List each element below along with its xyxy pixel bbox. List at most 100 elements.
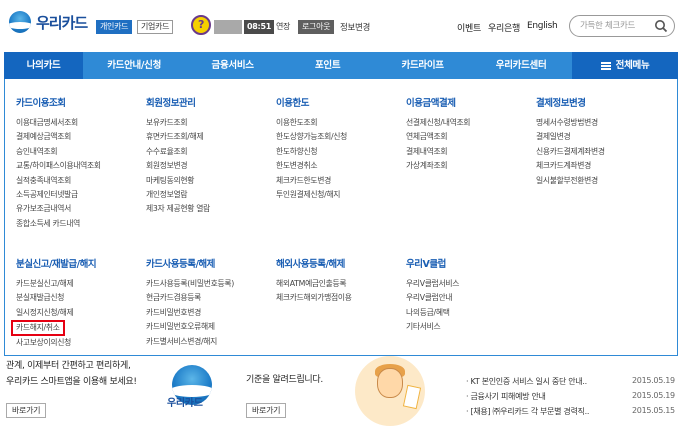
menu-item[interactable]: 연체금액조회 xyxy=(406,130,470,144)
menu-col-title[interactable]: 이용한도 xyxy=(276,95,347,109)
menu-col-title[interactable]: 우리V클럽 xyxy=(406,256,459,270)
menu-item[interactable]: 개인정보열람 xyxy=(146,188,210,202)
menu-item[interactable]: 일시정지신청/해제 xyxy=(16,306,96,320)
menu-item[interactable]: 기타서비스 xyxy=(406,320,459,334)
menu-item[interactable]: 카드분실신고/해제 xyxy=(16,277,96,291)
news-date-3: 2015.05.15 xyxy=(632,406,675,415)
menu-item[interactable]: 카드사용등록(비밀번호등록) xyxy=(146,277,234,291)
menu-col-title[interactable]: 이용금액결제 xyxy=(406,95,470,109)
menu-item[interactable]: 한도변경취소 xyxy=(276,159,347,173)
menu-item[interactable]: 보유카드조회 xyxy=(146,116,210,130)
menu-item[interactable]: 실적충족내역조회 xyxy=(16,174,101,188)
news-title[interactable]: [채용] ㈜우리카드 각 부문별 경력직.. xyxy=(471,407,590,416)
menu-col-title[interactable]: 회원정보관리 xyxy=(146,95,210,109)
woori-bank-link[interactable]: 우리은행 xyxy=(488,21,520,34)
nav-card-life[interactable]: 카드라이프 xyxy=(375,52,470,79)
logo-text: 우리카드 xyxy=(36,13,88,32)
menu-col-payment: 이용금액결제 선결제신청/내역조회 연체금액조회 결제내역조회 가상계좌조회 xyxy=(406,95,470,174)
all-menu-button[interactable]: 전체메뉴 xyxy=(572,52,678,79)
menu-item[interactable]: 체크카드해외가맹점이용 xyxy=(276,291,352,305)
menu-col-title[interactable]: 해외사용등록/해제 xyxy=(276,256,352,270)
menu-item[interactable]: 일시불할부전환변경 xyxy=(536,174,605,188)
news-title[interactable]: 금융사기 피해예방 안내 xyxy=(471,392,546,401)
extend-session-link[interactable]: 연장 xyxy=(276,21,290,32)
menu-col-member-info: 회원정보관리 보유카드조회 휴면카드조회/해제 수수료율조회 회원정보변경 마케… xyxy=(146,95,210,217)
menu-item[interactable]: 종합소득세 카드내역 xyxy=(16,217,101,231)
menu-item[interactable]: 신용카드결제계좌변경 xyxy=(536,145,605,159)
nav-card-guide[interactable]: 카드안내/신청 xyxy=(83,52,185,79)
menu-item[interactable]: 결제예상금액조회 xyxy=(16,130,101,144)
menu-item[interactable]: 한도하향신청 xyxy=(276,145,347,159)
menu-item[interactable]: 결제내역조회 xyxy=(406,145,470,159)
mega-menu-panel: 카드이용조회 이용대금명세서조회 결제예상금액조회 승인내역조회 교통/하이패스… xyxy=(4,79,678,356)
help-icon[interactable]: ? xyxy=(191,15,211,35)
menu-col-title[interactable]: 분실신고/재발급/해지 xyxy=(16,256,97,270)
menu-item[interactable]: 가상계좌조회 xyxy=(406,159,470,173)
menu-col-title[interactable]: 결제정보변경 xyxy=(536,95,605,109)
menu-item[interactable]: 나의등급/혜택 xyxy=(406,306,459,320)
illustration-face xyxy=(377,368,403,398)
session-timer: 08:51 xyxy=(244,20,274,34)
nav-my-card[interactable]: 나의카드 xyxy=(4,52,84,79)
menu-item[interactable]: 마케팅동의현황 xyxy=(146,174,210,188)
menu-item[interactable]: 이용한도조회 xyxy=(276,116,347,130)
woori-card-logo[interactable]: 우리카드 xyxy=(9,11,88,33)
menu-item[interactable]: 카드비밀번호변경 xyxy=(146,306,234,320)
menu-col-card-registration: 카드사용등록/해제 카드사용등록(비밀번호등록) 현금카드겸용등록 카드비밀번호… xyxy=(146,256,234,349)
nav-point[interactable]: 포인트 xyxy=(280,52,375,79)
menu-item[interactable]: 명세서수령방법변경 xyxy=(536,116,605,130)
illustration-paper xyxy=(402,384,422,410)
menu-item[interactable]: 결제일변경 xyxy=(536,130,605,144)
personal-card-tab[interactable]: 개인카드 xyxy=(96,20,133,34)
menu-item[interactable]: 현금카드겸용등록 xyxy=(146,291,234,305)
menu-item[interactable]: 한도상향가능조회/신청 xyxy=(276,130,347,144)
menu-col-v-club: 우리V클럽 우리V클럽서비스 우리V클럽안내 나의등급/혜택 기타서비스 xyxy=(406,256,459,335)
logout-button[interactable]: 로그아웃 xyxy=(298,20,335,34)
menu-item[interactable]: 소득공제인터넷발급 xyxy=(16,188,101,202)
notice-go-button[interactable]: 바로가기 xyxy=(246,403,287,418)
menu-item[interactable]: 투인원결제신청/해지 xyxy=(276,188,347,202)
menu-item[interactable]: 교통/하이패스이용내역조회 xyxy=(16,159,101,173)
all-menu-label: 전체메뉴 xyxy=(615,60,650,71)
app-go-button[interactable]: 바로가기 xyxy=(6,403,47,418)
menu-item[interactable]: 해외ATM예금인출등록 xyxy=(276,277,352,291)
main-nav: 나의카드 카드안내/신청 금융서비스 포인트 카드라이프 우리카드센터 전체메뉴 xyxy=(4,52,678,79)
nav-card-center[interactable]: 우리카드센터 xyxy=(470,52,572,79)
menu-item[interactable]: 회원정보변경 xyxy=(146,159,210,173)
menu-item[interactable]: 카드별서비스변경/해지 xyxy=(146,335,234,349)
woori-logo-icon xyxy=(9,11,31,33)
menu-col-title[interactable]: 카드사용등록/해제 xyxy=(146,256,234,270)
menu-item[interactable]: 이용대금명세서조회 xyxy=(16,116,101,130)
menu-item[interactable]: 휴면카드조회/해제 xyxy=(146,130,210,144)
menu-item[interactable]: 수수료율조회 xyxy=(146,145,210,159)
news-title[interactable]: KT 본인인증 서비스 일시 중단 안내.. xyxy=(471,377,588,386)
search-icon[interactable] xyxy=(654,19,668,33)
menu-item[interactable]: 사고보상이의신청 xyxy=(16,336,96,350)
event-link[interactable]: 이벤트 xyxy=(457,21,481,34)
news-item-3[interactable]: · [채용] ㈜우리카드 각 부문별 경력직.. xyxy=(466,406,589,417)
news-date-2: 2015.05.19 xyxy=(632,391,675,400)
menu-item[interactable]: 체크카드계좌변경 xyxy=(536,159,605,173)
menu-item[interactable]: 선결제신청/내역조회 xyxy=(406,116,470,130)
menu-col-title[interactable]: 카드이용조회 xyxy=(16,95,101,109)
nav-financial-service[interactable]: 금융서비스 xyxy=(185,52,280,79)
menu-item[interactable]: 우리V클럽안내 xyxy=(406,291,459,305)
news-item-2[interactable]: · 금융사기 피해예방 안내 xyxy=(466,391,546,402)
menu-item[interactable]: 분실재발급신청 xyxy=(16,291,96,305)
news-item-1[interactable]: · KT 본인인증 서비스 일시 중단 안내.. xyxy=(466,376,587,387)
menu-item[interactable]: 카드비밀번호오류해제 xyxy=(146,320,234,334)
woori-card-app-name: 우리카드 xyxy=(167,398,203,409)
english-link[interactable]: English xyxy=(527,21,558,31)
menu-col-usage-limit: 이용한도 이용한도조회 한도상향가능조회/신청 한도하향신청 한도변경취소 체크… xyxy=(276,95,347,202)
user-name-masked xyxy=(214,20,242,34)
menu-item[interactable]: 우리V클럽서비스 xyxy=(406,277,459,291)
info-change-link[interactable]: 정보변경 xyxy=(340,21,370,33)
highlighted-card-cancel-link[interactable]: 카드해지/취소 xyxy=(11,320,65,337)
menu-item[interactable]: 체크카드한도변경 xyxy=(276,174,347,188)
app-promo-line1: 관계, 이제부터 간편하고 편리하게, xyxy=(6,361,131,371)
menu-item[interactable]: 제3자 제공현황 열람 xyxy=(146,202,210,216)
corporate-card-tab[interactable]: 기업카드 xyxy=(137,20,174,34)
menu-item-card-cancel[interactable]: 카드해지/취소 xyxy=(11,320,96,337)
menu-item[interactable]: 유가보조금내역서 xyxy=(16,202,101,216)
menu-item[interactable]: 승인내역조회 xyxy=(16,145,101,159)
